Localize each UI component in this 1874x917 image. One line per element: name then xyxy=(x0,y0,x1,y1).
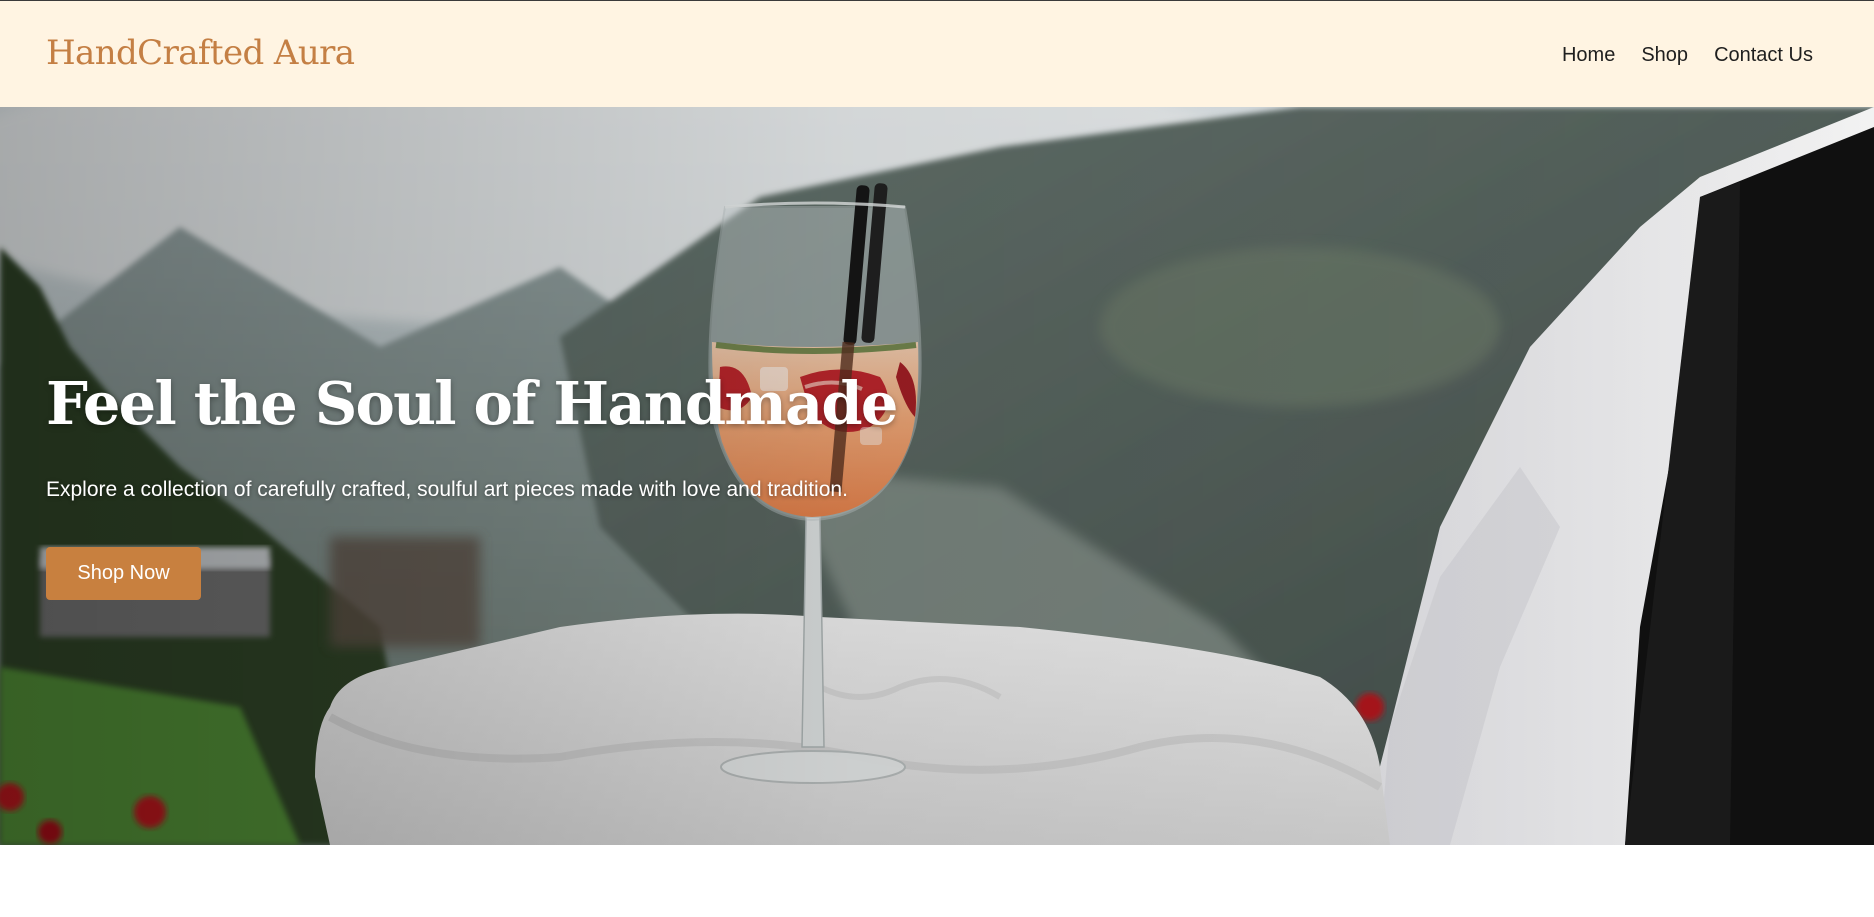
main-nav: Home Shop Contact Us xyxy=(1562,43,1813,67)
hero-section: Feel the Soul of Handmade Explore a coll… xyxy=(0,107,1874,845)
shop-now-button[interactable]: Shop Now xyxy=(46,547,201,600)
hero-subtitle: Explore a collection of carefully crafte… xyxy=(46,478,848,501)
nav-shop[interactable]: Shop xyxy=(1641,43,1688,67)
hero-title: Feel the Soul of Handmade xyxy=(46,369,898,438)
brand-logo[interactable]: HandCrafted Aura xyxy=(46,33,355,73)
hero-overlay xyxy=(0,107,1874,845)
below-hero-area xyxy=(0,845,1874,917)
nav-home[interactable]: Home xyxy=(1562,43,1615,67)
nav-contact-us[interactable]: Contact Us xyxy=(1714,43,1813,67)
site-header: HandCrafted Aura Home Shop Contact Us xyxy=(0,1,1874,107)
